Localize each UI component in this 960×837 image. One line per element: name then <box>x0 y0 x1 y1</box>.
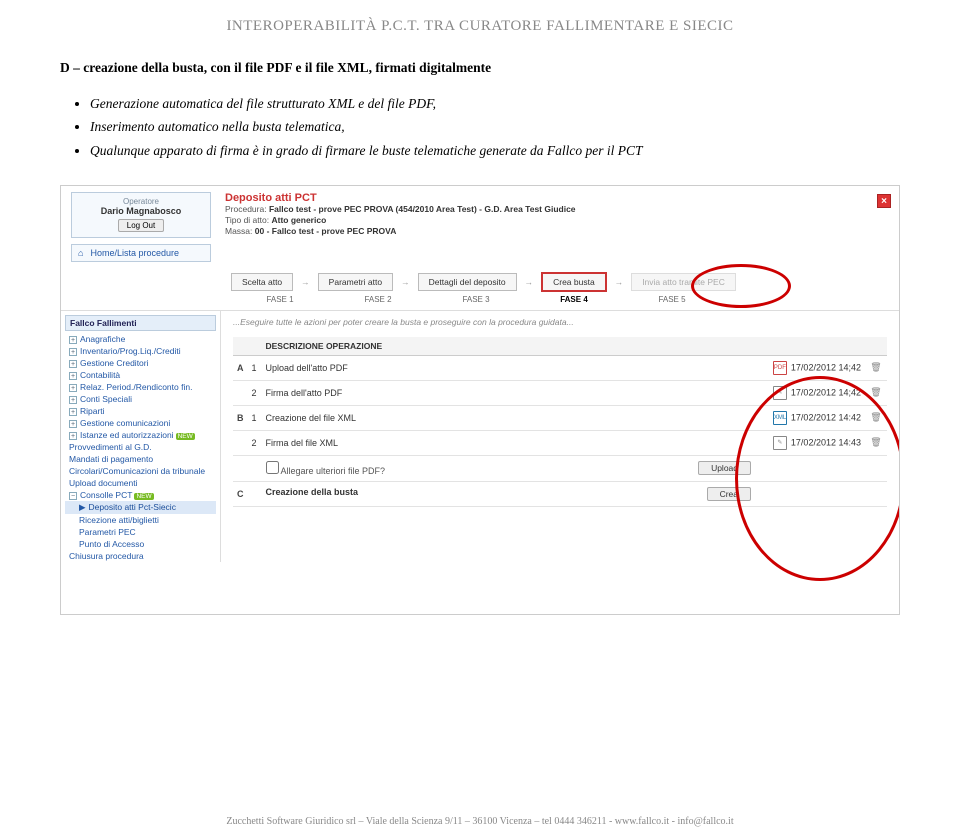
attach-more-checkbox[interactable] <box>266 461 279 474</box>
section-title: D – creazione della busta, con il file P… <box>60 57 900 79</box>
tipo-label: Tipo di atto: <box>225 215 269 225</box>
home-link-label: Home/Lista procedure <box>91 248 180 258</box>
arrow-icon: → <box>517 277 542 287</box>
sig-icon[interactable]: ✎ <box>773 436 787 450</box>
wizard-phase-labels: FASE 1 FASE 2 FASE 3 FASE 4 FASE 5 <box>231 295 899 304</box>
upload-button[interactable]: Upload <box>698 461 751 475</box>
wizard-step-2[interactable]: Parametri atto <box>318 273 393 291</box>
logout-button[interactable]: Log Out <box>118 219 164 232</box>
app-screenshot: × Operatore Dario Magnabosco Log Out Dep… <box>60 185 900 615</box>
sidebar-item[interactable]: +Contabilità <box>65 369 216 381</box>
pdf-icon[interactable]: PDF <box>773 361 787 375</box>
close-icon[interactable]: × <box>877 194 891 208</box>
phase-label: FASE 2 <box>329 295 427 304</box>
phase-label: FASE 1 <box>231 295 329 304</box>
xml-icon[interactable]: XML <box>773 411 787 425</box>
page-header: INTEROPERABILITÀ P.C.T. TRA CURATORE FAL… <box>0 18 960 35</box>
arrow-icon: → <box>393 277 418 287</box>
sidebar-item[interactable]: Provvedimenti al G.D. <box>65 441 216 453</box>
sidebar-item[interactable]: Upload documenti <box>65 477 216 489</box>
operator-name: Dario Magnabosco <box>80 206 202 216</box>
phase-label: FASE 3 <box>427 295 525 304</box>
sidebar-item[interactable]: Punto di Accesso <box>65 538 216 550</box>
sidebar-item[interactable]: +Relaz. Period./Rendiconto fin. <box>65 381 216 393</box>
home-link[interactable]: ⌂ Home/Lista procedure <box>71 244 211 262</box>
sidebar-item[interactable]: +Conti Speciali <box>65 393 216 405</box>
content-area: ...Eseguire tutte le azioni per poter cr… <box>221 311 899 562</box>
sidebar-item[interactable]: +Inventario/Prog.Liq./Crediti <box>65 345 216 357</box>
sig-icon[interactable]: ✎ <box>773 386 787 400</box>
trash-icon[interactable]: 🗑 <box>870 437 881 447</box>
table-row: A1Upload dell'atto PDFPDF17/02/2012 14;4… <box>233 355 887 380</box>
wizard-step-5: Invia atto tramite PEC <box>631 273 736 291</box>
wizard-step-4[interactable]: Crea busta <box>541 272 607 292</box>
sidebar-item[interactable]: +Riparti <box>65 405 216 417</box>
group-label-c: C <box>233 481 248 506</box>
trash-icon[interactable]: 🗑 <box>870 387 881 397</box>
tipo-value: Atto generico <box>271 215 326 225</box>
deposit-title: Deposito atti PCT <box>225 192 576 204</box>
table-row: 2Firma dell'atto PDF✎17/02/2012 14;42🗑 <box>233 380 887 405</box>
deposit-header: Deposito atti PCT Procedura: Fallco test… <box>225 192 576 237</box>
arrow-icon: → <box>293 277 318 287</box>
sidebar-item[interactable]: Ricezione atti/biglietti <box>65 514 216 526</box>
sidebar-item[interactable]: Circolari/Comunicazioni da tribunale <box>65 465 216 477</box>
massa-label: Massa: <box>225 226 252 236</box>
operator-box: Operatore Dario Magnabosco Log Out <box>71 192 211 237</box>
sidebar-item[interactable]: +Istanze ed autorizzazioniNEW <box>65 429 216 441</box>
trash-icon[interactable]: 🗑 <box>870 362 881 372</box>
sidebar: Fallco Fallimenti +Anagrafiche+Inventari… <box>61 311 221 562</box>
sidebar-item[interactable]: Mandati di pagamento <box>65 453 216 465</box>
bullet-item: Generazione automatica del file struttur… <box>90 93 900 115</box>
procedura-value: Fallco test - prove PEC PROVA (454/2010 … <box>269 204 576 214</box>
sidebar-item[interactable]: +Gestione Creditori <box>65 357 216 369</box>
sidebar-title: Fallco Fallimenti <box>65 315 216 331</box>
wizard-steps: Scelta atto→ Parametri atto→ Dettagli de… <box>231 272 899 292</box>
phase-label: FASE 5 <box>623 295 721 304</box>
attach-more-label: Allegare ulteriori file PDF? <box>281 466 386 476</box>
sidebar-item[interactable]: +Anagrafiche <box>65 333 216 345</box>
sidebar-item[interactable]: Chiusura procedura <box>65 550 216 562</box>
trash-icon[interactable]: 🗑 <box>870 412 881 422</box>
wizard-step-3[interactable]: Dettagli del deposito <box>418 273 517 291</box>
table-row: 2Firma del file XML✎17/02/2012 14:43🗑 <box>233 430 887 455</box>
bullet-list: Generazione automatica del file struttur… <box>90 93 900 162</box>
table-row: B1Creazione del file XMLXML17/02/2012 14… <box>233 405 887 430</box>
phase-label: FASE 4 <box>525 295 623 304</box>
sidebar-item[interactable]: Parametri PEC <box>65 526 216 538</box>
wizard-step-1[interactable]: Scelta atto <box>231 273 293 291</box>
bullet-item: Qualunque apparato di firma è in grado d… <box>90 140 900 162</box>
procedura-label: Procedura: <box>225 204 267 214</box>
sidebar-item[interactable]: −Consolle PCTNEW <box>65 489 216 501</box>
operator-label: Operatore <box>80 197 202 206</box>
page-footer: Zucchetti Software Giuridico srl – Viale… <box>0 816 960 827</box>
operations-table: DESCRIZIONE OPERAZIONE A1Upload dell'att… <box>233 337 887 507</box>
bullet-item: Inserimento automatico nella busta telem… <box>90 116 900 138</box>
hint-text: ...Eseguire tutte le azioni per poter cr… <box>233 317 887 327</box>
home-icon: ⌂ <box>78 248 88 258</box>
massa-value: 00 - Fallco test - prove PEC PROVA <box>255 226 397 236</box>
create-busta-label: Creazione della busta <box>266 487 359 497</box>
create-button[interactable]: Crea <box>707 487 751 501</box>
arrow-icon: → <box>607 277 632 287</box>
sidebar-item[interactable]: ▶Deposito atti Pct-Siecic <box>65 501 216 514</box>
sidebar-item[interactable]: +Gestione comunicazioni <box>65 417 216 429</box>
table-header-desc: DESCRIZIONE OPERAZIONE <box>262 337 756 356</box>
